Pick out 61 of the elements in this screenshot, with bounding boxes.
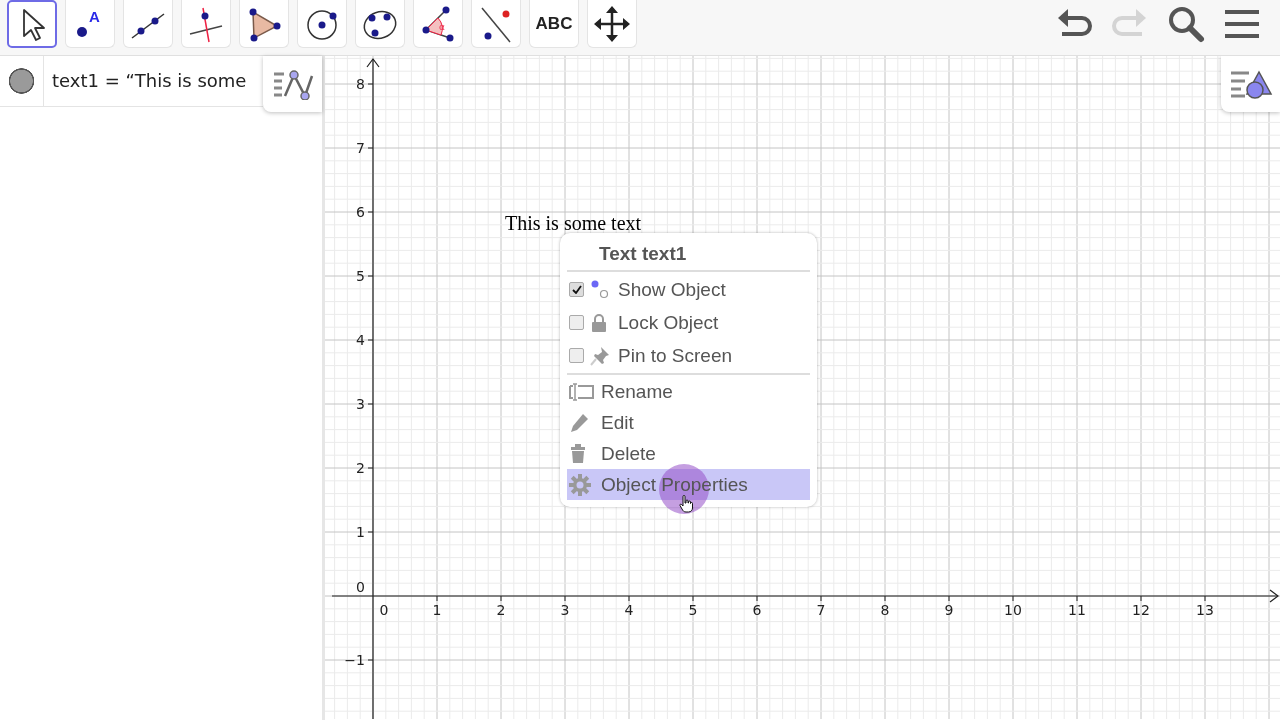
y-axis-label: 6 [356, 204, 365, 220]
menu-item[interactable]: Edit [567, 407, 810, 438]
menu-item[interactable]: Pin to Screen [567, 339, 810, 372]
y-axis-label: 4 [356, 332, 365, 348]
x-axis-label: 8 [880, 602, 890, 618]
x-axis-label: 6 [752, 602, 762, 618]
rename-icon [569, 381, 595, 402]
style-bar-button[interactable] [1221, 56, 1280, 112]
checkbox[interactable] [569, 315, 584, 330]
gear-icon [569, 473, 591, 496]
menu-item-label: Edit [601, 411, 634, 434]
canvas-text[interactable]: This is some text [505, 212, 642, 235]
y-axis-label: 8 [356, 76, 365, 92]
menu-item-label: Show Object [618, 278, 726, 301]
y-axis-label: 2 [356, 460, 365, 476]
menu-item-label: Rename [601, 380, 673, 403]
pencil-icon [569, 412, 589, 433]
x-axis-label: 2 [496, 602, 506, 618]
graphics-style-icon [1228, 68, 1273, 100]
menu-item-label: Pin to Screen [618, 344, 733, 367]
algebra-style-icon [271, 68, 314, 100]
checkmark-icon [571, 285, 582, 294]
x-axis-label: 10 [1004, 602, 1022, 618]
lock-icon [590, 312, 608, 333]
x-axis-label: 0 [379, 602, 389, 618]
x-axis-label: 5 [688, 602, 698, 618]
menu-item[interactable]: Show Object [567, 273, 810, 306]
tool-button[interactable] [7, 0, 57, 48]
x-axis-label: 13 [1196, 602, 1214, 618]
x-axis-label: 4 [624, 602, 634, 618]
y-axis-label: 3 [356, 396, 365, 412]
trash-icon [569, 443, 587, 464]
menu-item-label: Object Properties [601, 473, 748, 496]
y-axis-label: 7 [356, 140, 365, 156]
tool-button[interactable]: ABC [529, 0, 579, 48]
search-button[interactable] [1166, 4, 1206, 44]
menu-item[interactable]: Rename [567, 376, 810, 407]
y-axis-label: 1 [356, 524, 365, 540]
menu-item-label: Delete [601, 442, 656, 465]
checkbox[interactable] [569, 282, 584, 297]
algebra-row[interactable]: text1 = “This is some [0, 56, 263, 107]
menu-item-label: Lock Object [618, 311, 719, 334]
search-icon [1166, 4, 1206, 44]
visibility-dots-icon [590, 279, 610, 300]
menu-title: Text text1 [598, 242, 688, 266]
menu-item[interactable]: Object Properties [567, 469, 810, 500]
pin-icon [590, 345, 610, 366]
y-axis-label: 5 [356, 268, 365, 284]
y-axis-label: −1 [344, 652, 365, 668]
menu-item[interactable]: Lock Object [567, 306, 810, 339]
x-axis-label: 1 [432, 602, 442, 618]
style-bar-button[interactable] [263, 56, 322, 112]
x-axis-label: 3 [560, 602, 570, 618]
algebra-entry: text1 = “This is some [51, 69, 247, 93]
x-axis-label: 11 [1068, 602, 1086, 618]
x-axis-label: 9 [944, 602, 954, 618]
x-axis-label: 7 [816, 602, 826, 618]
x-axis-label: 12 [1132, 602, 1150, 618]
checkbox[interactable] [569, 348, 584, 363]
menu-item[interactable]: Delete [567, 438, 810, 469]
y-axis-label: 0 [356, 579, 365, 595]
